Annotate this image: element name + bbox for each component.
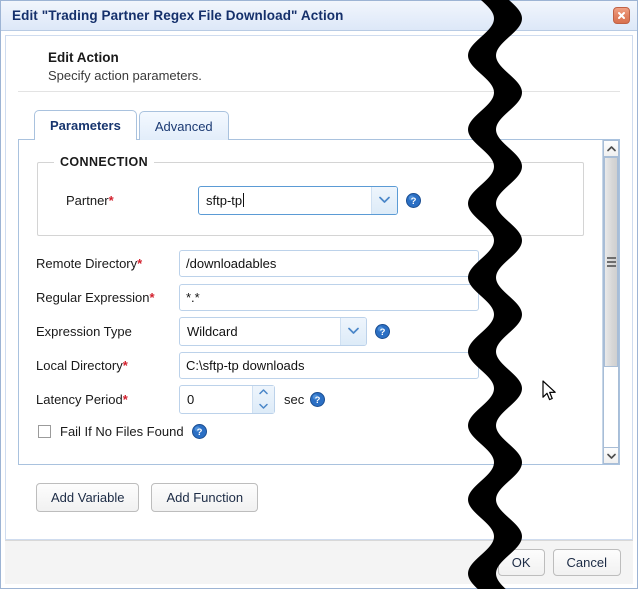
svg-text:?: ? bbox=[380, 327, 386, 338]
expression-type-label: Expression Type bbox=[19, 324, 179, 339]
page-subtitle: Specify action parameters. bbox=[48, 68, 202, 83]
connection-legend: CONNECTION bbox=[54, 155, 155, 169]
scrollbar-up-button[interactable] bbox=[603, 140, 619, 157]
local-directory-row: Local Directory* bbox=[19, 350, 602, 380]
partner-label-text: Partner bbox=[66, 192, 109, 208]
latency-period-unit: sec bbox=[284, 391, 305, 407]
add-function-button[interactable]: Add Function bbox=[151, 483, 259, 512]
local-directory-label-text: Local Directory bbox=[36, 357, 123, 373]
expression-type-help-icon[interactable]: ? bbox=[375, 323, 390, 339]
close-icon[interactable] bbox=[613, 7, 630, 24]
scrollbar-down-button[interactable] bbox=[603, 447, 619, 464]
remote-directory-input[interactable] bbox=[179, 249, 479, 277]
variable-function-buttons: Add Variable Add Function bbox=[6, 465, 632, 512]
latency-period-help-icon[interactable]: ? bbox=[310, 391, 326, 407]
fail-if-no-files-checkbox[interactable] bbox=[38, 425, 51, 438]
connection-fieldset: CONNECTION Partner* sftp-tp ? bbox=[37, 155, 584, 236]
svg-text:?: ? bbox=[196, 427, 202, 438]
page-title: Edit Action bbox=[48, 50, 119, 65]
ok-button[interactable]: OK bbox=[497, 549, 545, 576]
latency-period-label-text: Latency Period bbox=[36, 391, 123, 407]
latency-period-row: Latency Period* 0 sec ? bbox=[19, 384, 602, 414]
chevron-down-icon[interactable] bbox=[371, 186, 397, 214]
svg-text:?: ? bbox=[411, 196, 417, 207]
tab-advanced[interactable]: Advanced bbox=[138, 111, 229, 140]
remote-directory-row: Remote Directory* bbox=[19, 248, 602, 278]
page-header: Edit Action Specify action parameters. bbox=[18, 36, 620, 92]
partner-value-text: sftp-tp bbox=[206, 192, 243, 208]
regular-expression-row: Regular Expression* bbox=[19, 282, 602, 312]
expression-type-row: Expression Type Wildcard ? bbox=[19, 316, 602, 346]
partner-label: Partner* bbox=[38, 193, 198, 208]
expression-type-label-text: Expression Type bbox=[36, 323, 132, 339]
screenshot-root: Edit "Trading Partner Regex File Downloa… bbox=[0, 0, 638, 589]
partner-row: Partner* sftp-tp ? bbox=[38, 185, 583, 215]
latency-period-required-marker: * bbox=[122, 391, 128, 407]
latency-period-label: Latency Period* bbox=[19, 392, 179, 407]
cancel-button[interactable]: Cancel bbox=[552, 549, 621, 576]
remote-directory-label-text: Remote Directory bbox=[36, 255, 138, 271]
partner-required-marker: * bbox=[108, 192, 114, 208]
remote-directory-label: Remote Directory* bbox=[19, 256, 179, 271]
partner-combobox[interactable]: sftp-tp bbox=[198, 185, 398, 215]
text-caret bbox=[243, 192, 245, 207]
fail-if-no-files-label: Fail If No Files Found bbox=[60, 424, 184, 439]
latency-period-stepper[interactable]: 0 bbox=[179, 384, 275, 414]
tab-parameters[interactable]: Parameters bbox=[34, 110, 137, 140]
expression-type-combobox[interactable]: Wildcard bbox=[179, 316, 367, 346]
dialog-footer: OK Cancel bbox=[5, 540, 633, 584]
dialog-content: Edit Action Specify action parameters. P… bbox=[5, 35, 633, 540]
parameters-scroll-area: CONNECTION Partner* sftp-tp ? Remote Dir… bbox=[19, 140, 602, 464]
local-directory-input[interactable] bbox=[179, 351, 479, 379]
chevron-down-icon[interactable] bbox=[340, 317, 366, 345]
partner-value: sftp-tp bbox=[199, 192, 371, 208]
edit-action-dialog: Edit "Trading Partner Regex File Downloa… bbox=[0, 0, 638, 589]
fail-if-no-files-row: Fail If No Files Found ? bbox=[38, 424, 602, 439]
regular-expression-label-text: Regular Expression bbox=[36, 289, 150, 305]
vertical-scrollbar[interactable] bbox=[602, 140, 619, 464]
scrollbar-track[interactable] bbox=[603, 157, 619, 447]
regular-expression-label: Regular Expression* bbox=[19, 290, 179, 305]
scrollbar-thumb[interactable] bbox=[604, 157, 618, 367]
add-variable-button[interactable]: Add Variable bbox=[36, 483, 140, 512]
dialog-titlebar: Edit "Trading Partner Regex File Downloa… bbox=[1, 1, 637, 31]
grip-icon bbox=[606, 255, 616, 269]
regular-expression-input[interactable] bbox=[179, 283, 479, 311]
regular-expression-required-marker: * bbox=[149, 289, 155, 305]
expression-type-value: Wildcard bbox=[187, 323, 238, 339]
partner-help-icon[interactable]: ? bbox=[406, 192, 421, 208]
stepper-up-icon[interactable] bbox=[253, 386, 274, 400]
stepper-down-icon[interactable] bbox=[253, 399, 274, 413]
svg-text:?: ? bbox=[315, 395, 321, 406]
parameters-panel: CONNECTION Partner* sftp-tp ? Remote Dir… bbox=[18, 139, 620, 465]
latency-period-value: 0 bbox=[187, 391, 195, 407]
local-directory-required-marker: * bbox=[122, 357, 128, 373]
stepper-buttons bbox=[252, 385, 274, 413]
remote-directory-required-marker: * bbox=[137, 255, 143, 271]
dialog-title: Edit "Trading Partner Regex File Downloa… bbox=[12, 8, 344, 23]
local-directory-label: Local Directory* bbox=[19, 358, 179, 373]
fail-if-no-files-help-icon[interactable]: ? bbox=[191, 424, 207, 439]
tab-strip: Parameters Advanced bbox=[34, 110, 632, 140]
